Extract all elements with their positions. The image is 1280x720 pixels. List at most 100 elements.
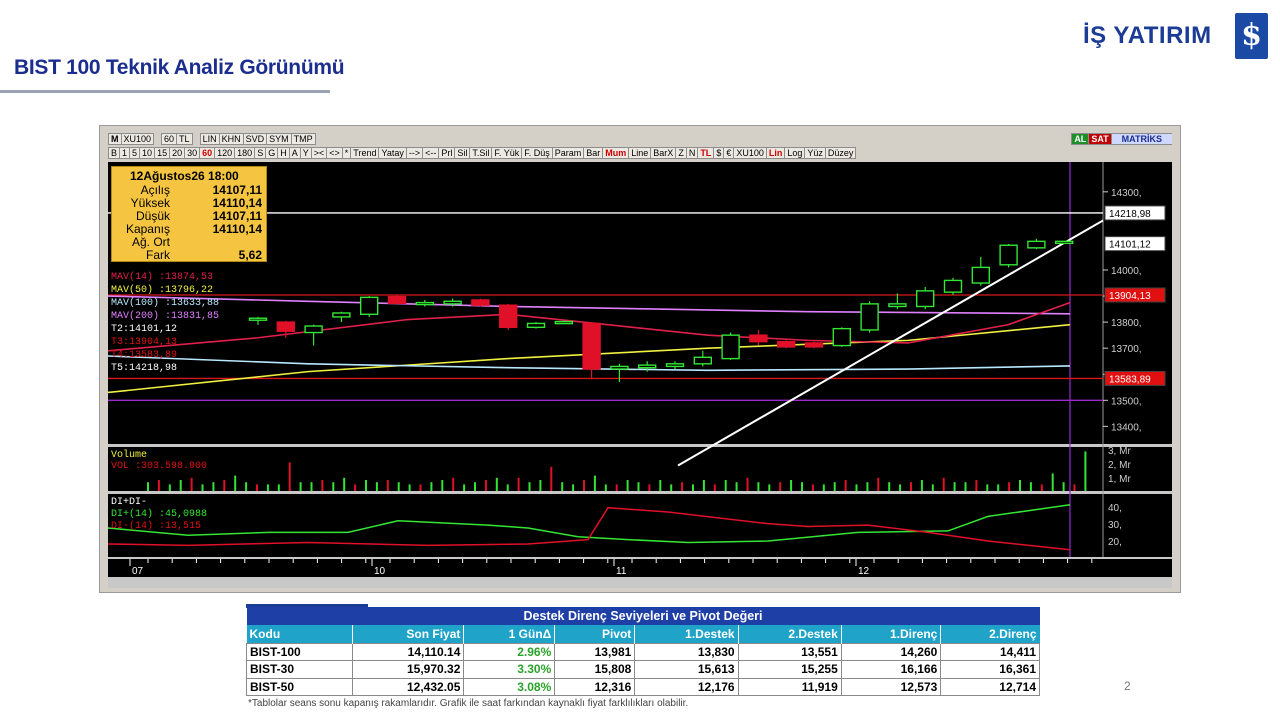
candle-body [749, 334, 768, 343]
mav200-label: MAV(200) :13831,85 [111, 311, 220, 322]
mav100-label: MAV(100) :13633,88 [111, 298, 220, 309]
table-column-header: 1 GünΔ [463, 625, 555, 643]
toolbar-btn-5[interactable]: KHN [218, 133, 244, 145]
date-tick-label: 12 [858, 566, 870, 577]
date-tick-label: 10 [374, 566, 386, 577]
toolbar-btn-2[interactable]: 60 [161, 133, 178, 145]
toolbar-btn-1[interactable]: XU100 [120, 133, 155, 145]
candle-body [999, 244, 1018, 266]
candle-body [582, 322, 601, 370]
toolbar-btn-7[interactable]: SYM [266, 133, 292, 145]
volume-label: VOL :303.598.900 [111, 461, 208, 472]
sell-button[interactable]: SAT [1088, 133, 1112, 145]
toolbar2-btn-23[interactable]: Sil [454, 147, 471, 159]
buy-button[interactable]: AL [1071, 133, 1090, 145]
toolbar2-btn-31[interactable]: BarX [650, 147, 677, 159]
candle-body [304, 325, 323, 334]
toolbar2-btn-28[interactable]: Bar [583, 147, 604, 159]
info-row: Yüksek 14110,14 [112, 196, 264, 210]
toolbar2-btn-7[interactable]: 60 [199, 147, 216, 159]
info-label: Fark [146, 248, 170, 262]
toolbar2-btn-15[interactable]: >< [310, 147, 328, 159]
ohlc-info-panel: 12Ağustos26 18:00 Açılış 14107,11 Yüksek 14… [111, 166, 267, 262]
candle-body [943, 279, 963, 293]
table-cell: 14,411 [940, 642, 1040, 661]
toolbar2-btn-9[interactable]: 180 [234, 147, 256, 159]
brand-logo-icon: $ [1235, 13, 1268, 59]
mav14-label: MAV(14) :13874,53 [111, 272, 214, 283]
toolbar2-btn-26[interactable]: F. Düş [521, 147, 553, 159]
table-cell: 12,176 [634, 677, 739, 696]
table-column-header: Kodu [246, 625, 353, 643]
volume-axis-label: 1, Mr [1108, 474, 1131, 485]
table-cell: 13,981 [554, 642, 636, 661]
table-column-header: Son Fiyat [351, 625, 464, 643]
brand-name: İŞ YATIRIM [1083, 22, 1212, 49]
info-row: Ağ. Ort [112, 235, 264, 249]
candle-body [693, 356, 712, 365]
toolbar2-btn-39[interactable]: Log [784, 147, 806, 159]
toolbar2-btn-37[interactable]: XU100 [733, 147, 767, 159]
candle-body [359, 296, 379, 316]
table-cell: 3.30% [463, 660, 556, 679]
table-cell: 16,166 [840, 660, 942, 679]
candle-body [332, 312, 351, 318]
toolbar2-btn-22[interactable]: Prl [438, 147, 456, 159]
toolbar2-btn-30[interactable]: Line [628, 147, 652, 159]
toolbar2-btn-25[interactable]: F. Yük [491, 147, 523, 159]
table-column-header: 1.Destek [634, 625, 739, 643]
toolbar2-btn-4[interactable]: 15 [154, 147, 171, 159]
toolbar2-btn-41[interactable]: Düzey [824, 147, 857, 159]
toolbar-btn-6[interactable]: SVD [242, 133, 268, 145]
toolbar2-btn-20[interactable]: --> [405, 147, 424, 159]
table-cell: 13,551 [737, 642, 842, 661]
toolbar2-btn-38[interactable]: Lin [765, 147, 786, 159]
toolbar2-btn-18[interactable]: Trend [350, 147, 380, 159]
toolbar-btn-4[interactable]: LIN [199, 133, 220, 145]
toolbar2-btn-27[interactable]: Param [551, 147, 585, 159]
table-column-header: 2.Destek [737, 625, 842, 643]
toolbar2-btn-34[interactable]: TL [697, 147, 715, 159]
table-cell: 14,110.14 [351, 642, 465, 661]
di-plus-label: DI+(14) :45,0988 [111, 509, 208, 520]
table-cell: 15,808 [554, 660, 636, 679]
toolbar2-btn-16[interactable]: <> [326, 147, 343, 159]
toolbar2-btn-5[interactable]: 20 [169, 147, 186, 159]
toolbar2-btn-6[interactable]: 30 [184, 147, 201, 159]
toolbar2-btn-29[interactable]: Mum [602, 147, 630, 159]
table-row: BIST-100 14,110.14 2.96% 13,981 13,830 13,551… [246, 642, 1040, 661]
price-tick-label: 13500, [1111, 396, 1142, 407]
table-column-header: 1.Direnç [840, 625, 941, 643]
table-cell: 12,432.05 [351, 677, 465, 696]
candle-body [971, 266, 990, 284]
volume-title: Volume [111, 450, 148, 461]
toolbar2-btn-21[interactable]: <-- [422, 147, 440, 159]
candle-body [387, 295, 407, 305]
page-number: 2 [1124, 679, 1131, 693]
table-column-header: 2.Direnç [940, 625, 1040, 643]
toolbar-btn-0[interactable]: M [108, 133, 122, 145]
candle-body [638, 364, 657, 369]
toolbar2-btn-3[interactable]: 10 [139, 147, 156, 159]
toolbar2-btn-8[interactable]: 120 [214, 147, 236, 159]
info-label: Ağ. Ort [131, 235, 170, 249]
toolbar2-btn-24[interactable]: T.Sil [469, 147, 493, 159]
table-row: BIST-30 15,970.32 3.30% 15,808 15,613 15,255 1… [246, 660, 1040, 679]
toolbar-btn-3[interactable]: TL [176, 133, 193, 145]
di-axis-label: 20, [1108, 537, 1122, 548]
candle-body [860, 303, 879, 331]
table-footnote: *Tablolar seans sonu kapanış rakamlarıdı… [248, 698, 689, 709]
chart-window[interactable]: M XU100 60 TL LIN KHN SVD SYM TMP AL SAT MATRİKS B1… [99, 125, 1181, 593]
table-cell: BIST-100 [246, 642, 353, 661]
candle-body [777, 340, 796, 348]
matriks-logo[interactable]: MATRİKS [1110, 133, 1172, 145]
info-value: 14107,11 [212, 183, 262, 197]
slide: BIST 100 Teknik Analiz Görünümü İŞ YATIR… [0, 0, 1280, 720]
toolbar2-btn-19[interactable]: Yatay [378, 147, 407, 159]
price-chart[interactable]: 14300,14000,13900,13800,13700,13600,1350… [108, 162, 1172, 588]
info-label: Kapanış [125, 222, 170, 236]
candle-body [804, 342, 824, 348]
price-tag-label: 13904,13 [1109, 291, 1151, 302]
toolbar2-btn-40[interactable]: Yüz [804, 147, 826, 159]
toolbar-btn-8[interactable]: TMP [290, 133, 316, 145]
